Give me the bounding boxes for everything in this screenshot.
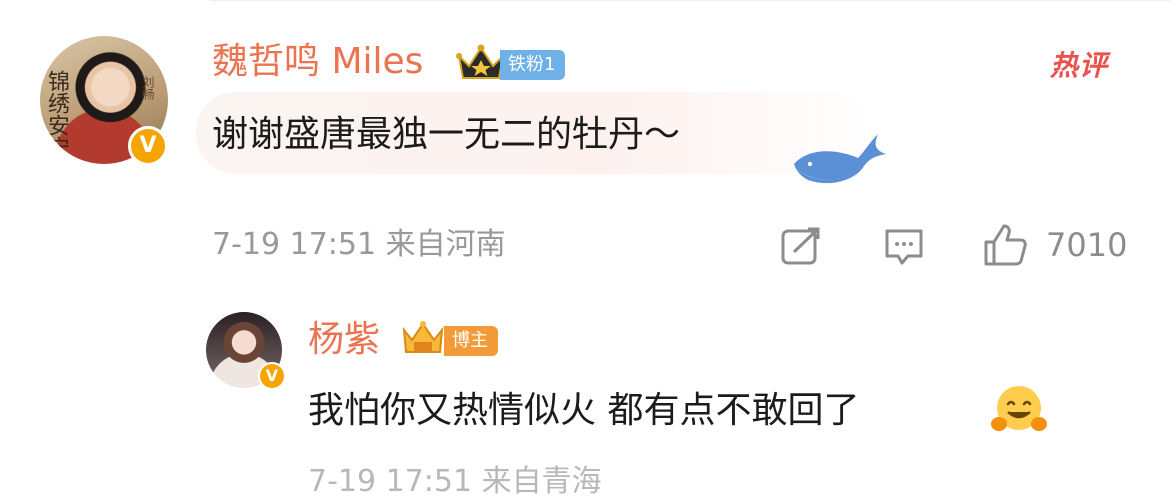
verified-badge-icon: V (258, 362, 286, 390)
reply-meta: 7-19 17:51 来自青海 (308, 464, 602, 499)
avatar-caption: 锦绣安宁 (44, 70, 69, 158)
comment-meta: 7-19 17:51 来自河南 (212, 225, 506, 265)
timestamp: 7-19 17:51 (212, 227, 377, 262)
username[interactable]: 魏哲鸣 Miles (212, 40, 423, 84)
whale-decoration-icon (794, 134, 886, 184)
reply-username[interactable]: 杨紫 (308, 318, 380, 362)
hot-comment-tag: 热评 (1050, 49, 1109, 82)
comment-icon[interactable] (882, 226, 926, 268)
comment-text: 谢谢盛唐最独一无二的牡丹～ (212, 114, 681, 155)
crown-icon (402, 321, 444, 353)
repost-icon[interactable] (780, 226, 822, 266)
location: 来自河南 (385, 227, 506, 262)
avatar-caption-2: 刘畅 (141, 76, 155, 100)
thumbs-up-icon[interactable] (982, 222, 1028, 268)
fan-badge: 铁粉1 (500, 50, 566, 80)
hugging-face-emoji-icon (991, 386, 1047, 431)
like-count: 7010 (1046, 226, 1128, 264)
top-divider (210, 0, 1170, 1)
reply-text: 我怕你又热情似火 都有点不敢回了 (308, 390, 860, 431)
verified-badge-icon: V (128, 126, 168, 166)
blogger-badge: 博主 (444, 326, 498, 356)
